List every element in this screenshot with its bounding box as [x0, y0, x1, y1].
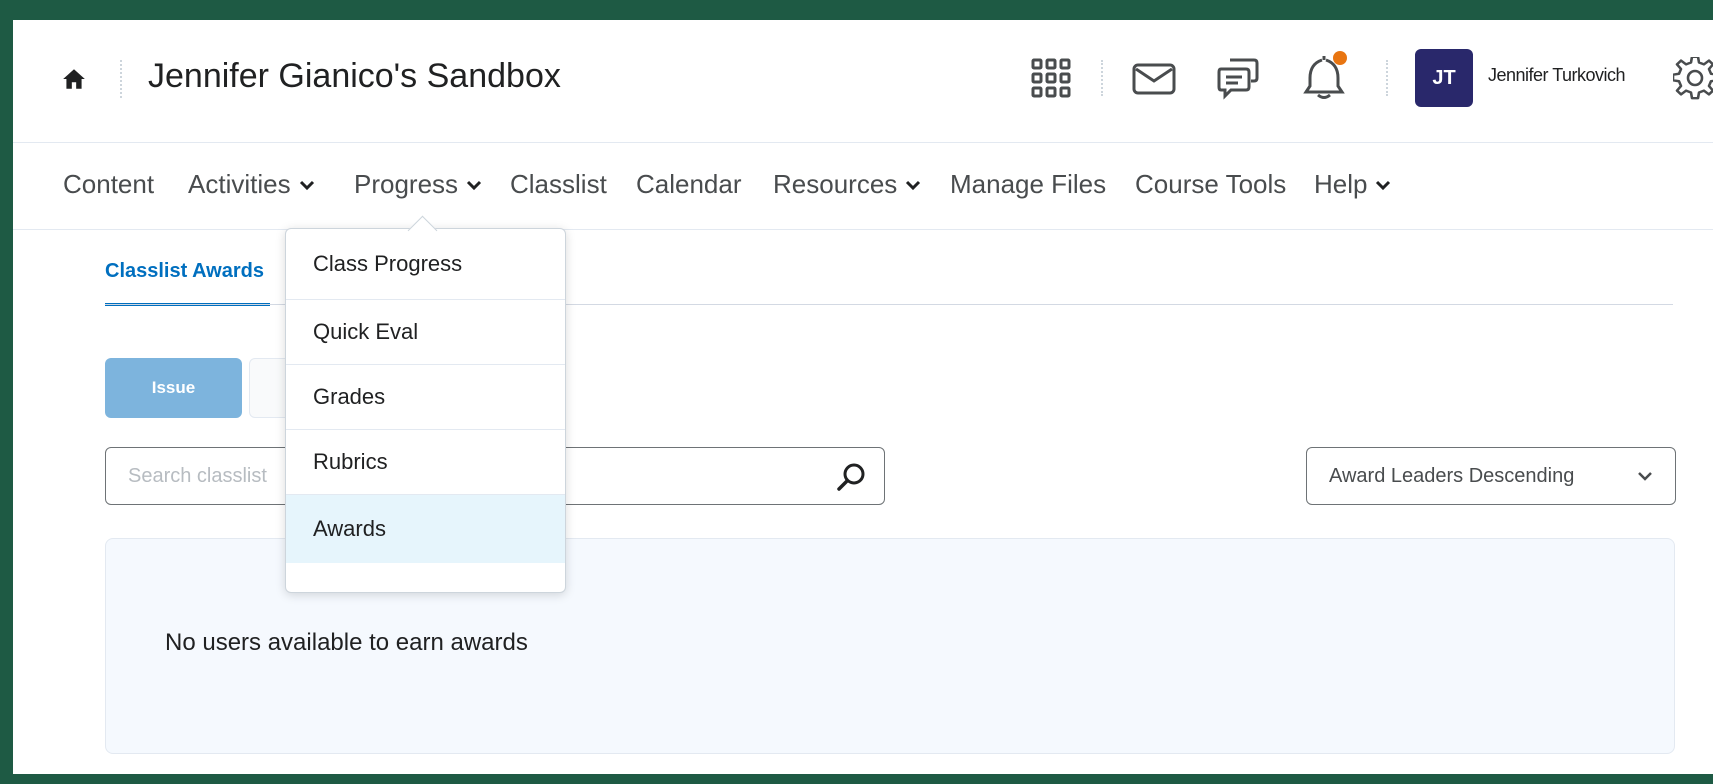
user-name[interactable]: Jennifer Turkovich: [1488, 65, 1626, 86]
nav-label: Manage Files: [950, 169, 1107, 199]
chevron-down-icon: [299, 180, 314, 190]
notification-dot: [1333, 51, 1347, 65]
nav-label: Progress: [354, 169, 459, 199]
sort-select[interactable]: Award Leaders Descending: [1306, 447, 1676, 505]
chevron-down-icon: [1638, 472, 1652, 481]
nav-help[interactable]: Help: [1314, 169, 1391, 200]
course-title[interactable]: Jennifer Gianico's Sandbox: [148, 57, 561, 96]
nav-activities[interactable]: Activities: [188, 169, 315, 200]
mail-icon[interactable]: [1132, 62, 1176, 96]
progress-dropdown-menu: Class Progress Quick Eval Grades Rubrics…: [285, 228, 566, 593]
bell-icon[interactable]: [1302, 50, 1350, 100]
nav-resources[interactable]: Resources: [773, 169, 921, 200]
nav-label: Calendar: [636, 169, 742, 199]
nav-label: Help: [1314, 169, 1368, 199]
nav-content[interactable]: Content: [63, 169, 154, 200]
header-separator: [120, 60, 122, 98]
nav-label: Resources: [773, 169, 898, 199]
avatar[interactable]: JT: [1415, 49, 1473, 107]
nav-label: Classlist: [510, 169, 607, 199]
menu-item-rubrics[interactable]: Rubrics: [286, 430, 565, 495]
search-icon[interactable]: [836, 462, 866, 492]
course-navbar: Content Activities Progress Classlist Ca…: [13, 143, 1713, 230]
nav-label: Course Tools: [1135, 169, 1287, 199]
chevron-down-icon: [466, 180, 482, 190]
apps-grid-icon[interactable]: [1030, 57, 1072, 99]
gear-icon[interactable]: [1673, 57, 1713, 101]
top-header: Jennifer Gianico's Sandbox JT Jennifer T…: [13, 20, 1713, 143]
chevron-down-icon: [1376, 180, 1391, 190]
nav-calendar[interactable]: Calendar: [636, 169, 742, 200]
menu-item-awards[interactable]: Awards: [286, 495, 565, 563]
header-separator: [1386, 60, 1388, 96]
empty-state-message: No users available to earn awards: [165, 629, 528, 656]
menu-item-grades[interactable]: Grades: [286, 365, 565, 430]
nav-classlist[interactable]: Classlist: [510, 169, 607, 200]
nav-label: Activities: [188, 169, 291, 199]
issue-button[interactable]: Issue: [105, 358, 242, 418]
nav-progress[interactable]: Progress: [354, 169, 482, 200]
app-frame: Jennifer Gianico's Sandbox JT Jennifer T…: [13, 20, 1713, 774]
header-separator: [1101, 60, 1103, 96]
search-input[interactable]: Search classlist: [128, 465, 267, 488]
nav-manage-files[interactable]: Manage Files: [950, 169, 1106, 200]
menu-item-quick-eval[interactable]: Quick Eval: [286, 300, 565, 365]
nav-course-tools[interactable]: Course Tools: [1135, 169, 1286, 200]
chevron-down-icon: [906, 180, 921, 190]
chat-icon[interactable]: [1216, 56, 1260, 100]
tab-classlist-awards[interactable]: Classlist Awards: [105, 260, 264, 283]
home-icon[interactable]: [61, 66, 87, 92]
sort-select-value: Award Leaders Descending: [1329, 465, 1575, 487]
nav-label: Content: [63, 169, 155, 199]
